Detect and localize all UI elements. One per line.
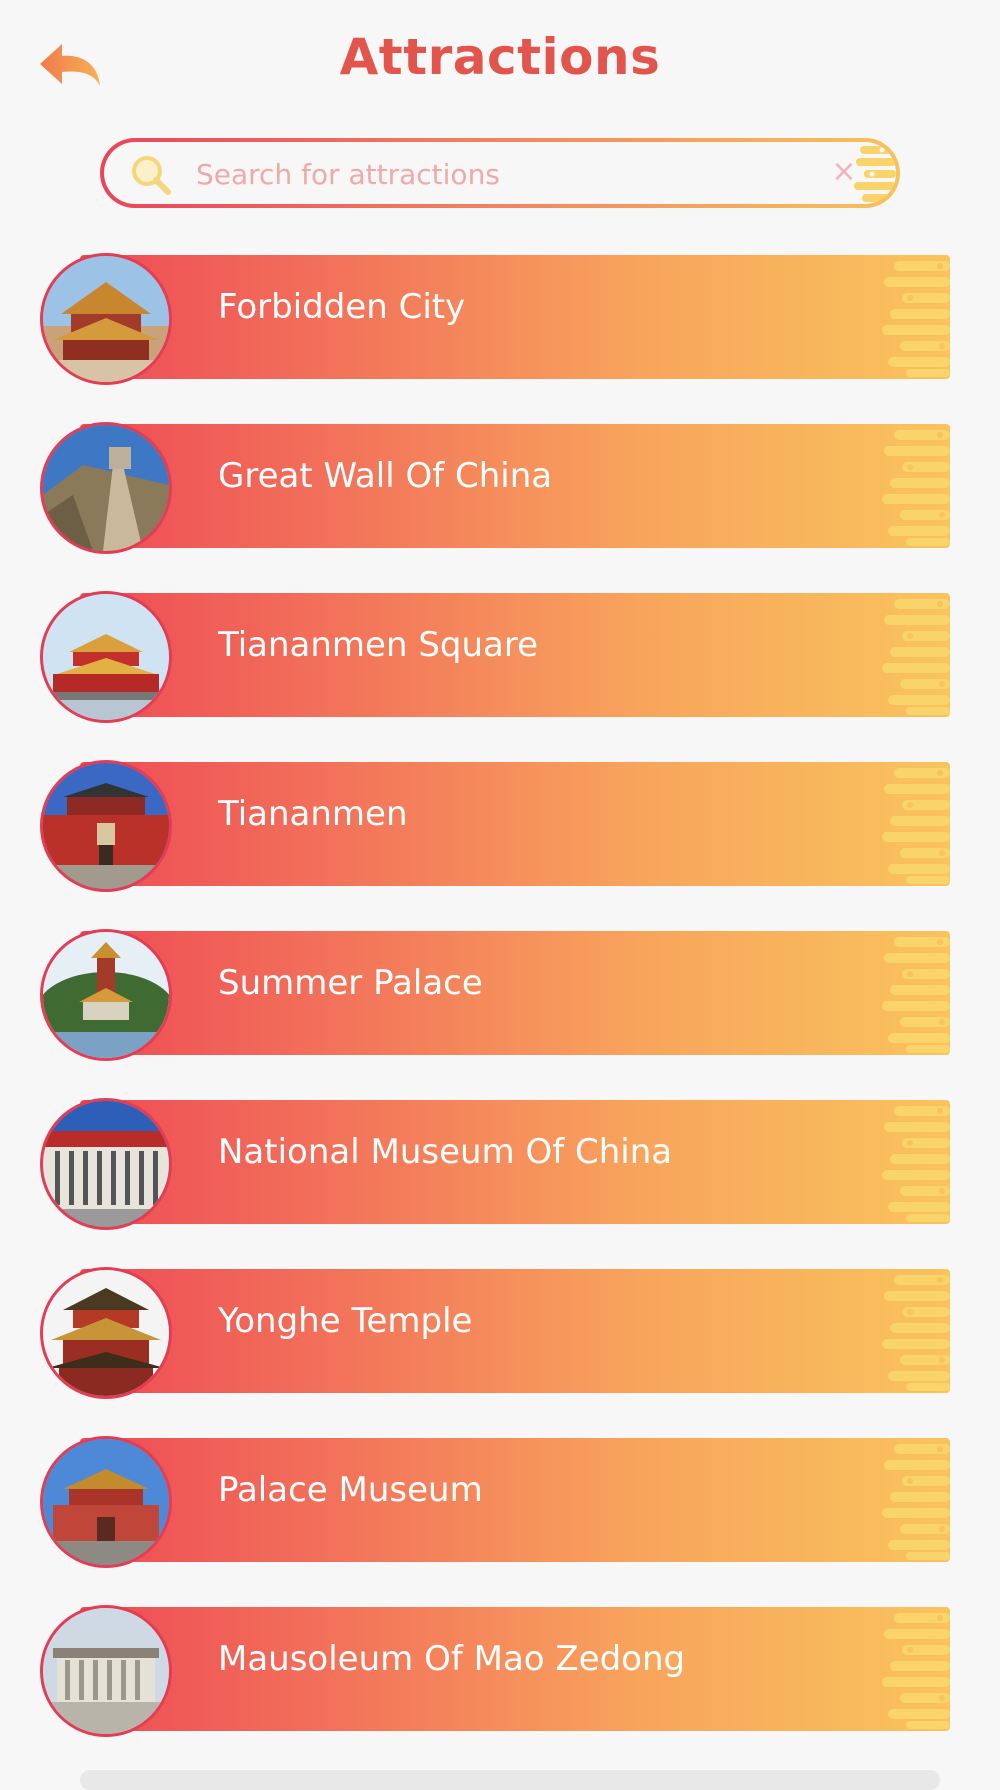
attraction-name: Yonghe Temple [218,1301,473,1341]
row-band [80,255,950,379]
drip-decoration [882,768,950,884]
attraction-row[interactable]: Tiananmen Square [40,591,950,723]
attraction-thumbnail [40,1267,172,1399]
attraction-row[interactable]: Palace Museum [40,1436,950,1568]
row-band [80,1269,950,1393]
attraction-thumbnail [40,422,172,554]
attraction-thumbnail [40,1098,172,1230]
attraction-name: Tiananmen [218,794,408,834]
drip-decoration [882,937,950,1053]
drip-decoration [882,599,950,715]
attraction-row[interactable]: National Museum Of China [40,1098,950,1230]
attraction-name: Summer Palace [218,963,483,1003]
drip-decoration [882,1275,950,1391]
attraction-name: National Museum Of China [218,1132,673,1172]
attractions-list: Forbidden City Great Wall Of China Tiananm… [40,253,950,1774]
top-bar: Attractions [0,0,1000,120]
search-icon [132,156,171,195]
drip-decoration [882,1444,950,1560]
attraction-thumbnail [40,929,172,1061]
attraction-thumbnail [40,1436,172,1568]
drip-decoration [882,1106,950,1222]
search-bar: × [100,138,900,208]
drip-decoration [854,146,896,202]
attraction-thumbnail [40,253,172,385]
attraction-thumbnail [40,760,172,892]
attraction-name: Tiananmen Square [218,625,539,665]
attraction-name: Mausoleum Of Mao Zedong [218,1639,686,1679]
attraction-row[interactable]: Mausoleum Of Mao Zedong [40,1605,950,1737]
attraction-thumbnail [40,591,172,723]
attraction-name: Forbidden City [218,287,466,327]
attraction-row[interactable]: Summer Palace [40,929,950,1061]
attraction-row[interactable]: Tiananmen [40,760,950,892]
page-title: Attractions [339,28,661,86]
attraction-thumbnail [40,1605,172,1737]
attraction-row[interactable]: Forbidden City [40,253,950,385]
attraction-name: Great Wall Of China [218,456,553,496]
drip-decoration [882,261,950,377]
row-band [80,762,950,886]
attraction-name: Palace Museum [218,1470,483,1510]
attraction-row[interactable]: Yonghe Temple [40,1267,950,1399]
drip-decoration [882,430,950,546]
attraction-row[interactable]: Great Wall Of China [40,422,950,554]
row-band [80,931,950,1055]
row-band [80,1438,950,1562]
list-item-partial [80,1770,940,1790]
drip-decoration [882,1613,950,1729]
search-input[interactable] [194,142,758,204]
